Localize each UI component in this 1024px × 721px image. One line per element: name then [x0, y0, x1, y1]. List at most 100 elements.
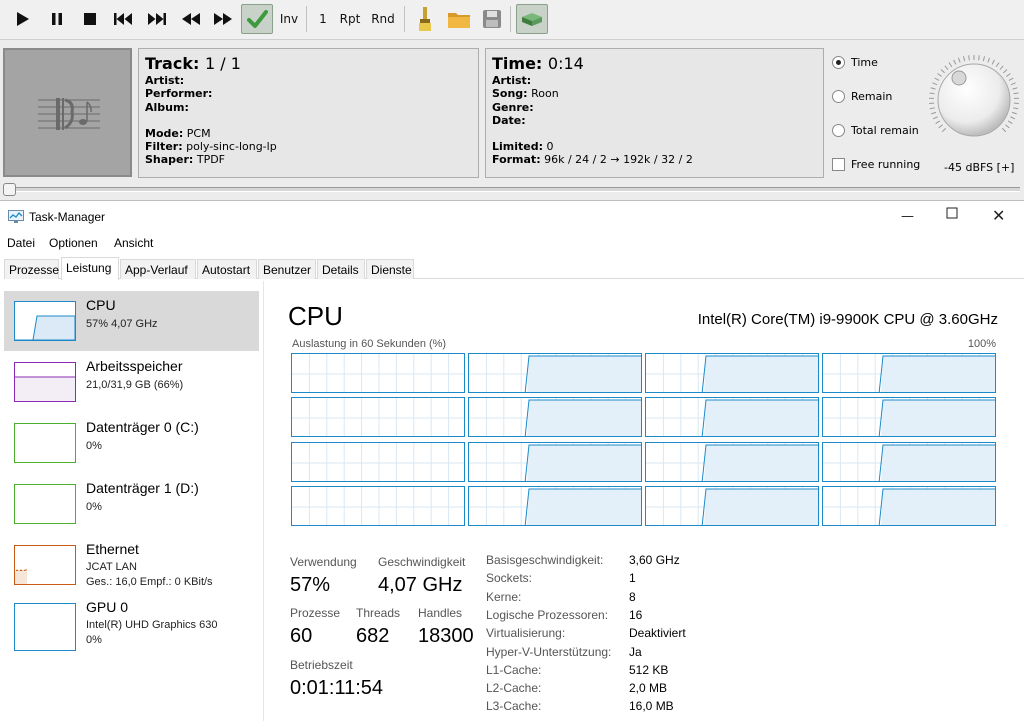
rewind-icon	[182, 13, 200, 25]
album-cover	[3, 48, 132, 177]
time-info-row-value: Roon	[531, 87, 559, 101]
tab-dienste[interactable]: Dienste	[366, 259, 414, 279]
menu-optionen[interactable]: Optionen	[49, 236, 98, 250]
seek-bar[interactable]	[4, 187, 1020, 192]
save-button[interactable]	[479, 4, 505, 34]
stat-handles-label: Handles	[418, 606, 463, 620]
player-window: Inv 1 Rpt Rnd Track: 1 / 1 Artist: Perfo…	[0, 0, 1024, 201]
volume-knob[interactable]	[928, 54, 1020, 146]
track-info-row: Artist:	[145, 74, 472, 87]
time-info-row: Date:	[492, 114, 817, 127]
time-info-row-label: Limited:	[492, 140, 544, 154]
track-info-row: Album:	[145, 101, 472, 114]
track-info-row: Performer:	[145, 87, 472, 100]
radio-total-remain[interactable]: Total remain	[832, 124, 919, 137]
radio-remain[interactable]: Remain	[832, 90, 892, 103]
random-button[interactable]: Rnd	[368, 4, 398, 34]
property-key: Virtualisierung:	[486, 626, 566, 641]
stat-betriebszeit: Betriebszeit 0:01:11:54	[290, 658, 383, 700]
property-value: 16	[629, 607, 643, 622]
sidebar-item-disk-c[interactable]: Datenträger 0 (C:) 0%	[4, 413, 259, 473]
checkbox-free-running[interactable]: Free running	[832, 158, 920, 171]
property-key: L1-Cache:	[486, 662, 542, 677]
stat-betriebszeit-label: Betriebszeit	[290, 658, 353, 672]
sidebar-cpu-sub: 57% 4,07 GHz	[86, 318, 158, 330]
cpu-detail-panel: CPU Intel(R) Core(TM) i9-9900K CPU @ 3.6…	[265, 281, 1024, 721]
checkbox-box	[832, 158, 845, 171]
sidebar-item-memory[interactable]: Arbeitsspeicher 21,0/31,9 GB (66%)	[4, 352, 259, 412]
tab-details[interactable]: Details	[317, 259, 365, 279]
radio-dot	[832, 90, 845, 103]
brush-icon	[419, 7, 431, 31]
toolbar-separator	[404, 6, 405, 32]
tab-app-verlauf[interactable]: App-Verlauf	[120, 259, 196, 279]
output-device-button[interactable]	[516, 4, 548, 34]
close-button[interactable]: ✕	[992, 206, 1005, 225]
invert-button[interactable]: Inv	[277, 4, 301, 34]
radio-time[interactable]: Time	[832, 56, 878, 69]
repeat-count-button[interactable]: 1	[314, 4, 332, 34]
graph-label: Auslastung in 60 Sekunden (%)	[292, 338, 447, 350]
repeat-button[interactable]: Rpt	[337, 4, 363, 34]
core-graph	[822, 441, 996, 482]
core-graph	[468, 441, 642, 482]
save-icon	[483, 10, 501, 28]
window-title: Task-Manager	[29, 210, 106, 224]
time-info-row: Genre:	[492, 101, 817, 114]
property-value: 2,0 MB	[629, 681, 668, 696]
stat-threads-value: 682	[356, 625, 390, 647]
minimize-button[interactable]: —	[901, 209, 914, 224]
tab-leistung[interactable]: Leistung	[61, 257, 119, 280]
sidebar-gpu-sub1: Intel(R) UHD Graphics 630	[86, 619, 218, 631]
property-value: 16,0 MB	[629, 699, 674, 714]
core-graph	[645, 397, 819, 438]
confirm-button[interactable]	[241, 4, 273, 34]
track-info-row: Shaper: TPDF	[145, 153, 472, 166]
core-graph	[291, 353, 465, 393]
sidebar-item-gpu[interactable]: GPU 0 Intel(R) UHD Graphics 630 0%	[4, 599, 259, 663]
menu-datei[interactable]: Datei	[7, 236, 35, 250]
stop-button[interactable]	[77, 4, 103, 34]
fast-forward-button[interactable]	[210, 4, 236, 34]
open-folder-button[interactable]	[445, 4, 473, 34]
sidebar-ethernet-sub1: JCAT LAN	[86, 561, 137, 573]
menu-ansicht[interactable]: Ansicht	[114, 236, 153, 250]
pause-button[interactable]	[44, 4, 70, 34]
time-info-row: Limited: 0	[492, 140, 817, 153]
stat-geschwindigkeit-label: Geschwindigkeit	[378, 555, 466, 569]
sidebar-item-cpu[interactable]: CPU 57% 4,07 GHz	[4, 291, 259, 351]
rewind-button[interactable]	[178, 4, 204, 34]
core-graph	[822, 397, 996, 438]
time-info-row: Format: 96k / 24 / 2 → 192k / 32 / 2	[492, 153, 817, 166]
track-info-row-label: Album:	[145, 100, 189, 114]
stat-geschwindigkeit-value: 4,07 GHz	[378, 574, 463, 596]
property-value: Deaktiviert	[629, 626, 686, 641]
time-info-panel: Time: 0:14 Artist: Song: Roon Genre: Date…	[485, 48, 824, 178]
radio-remain-label: Remain	[851, 90, 893, 103]
time-info-row-value: 96k / 24 / 2 → 192k / 32 / 2	[544, 153, 693, 167]
sidebar-item-ethernet[interactable]: Ethernet JCAT LAN Ges.: 16,0 Empf.: 0 KB…	[4, 535, 259, 595]
seek-handle[interactable]	[3, 183, 16, 196]
tab-prozesse[interactable]: Prozesse	[4, 259, 59, 279]
time-info-row: Artist:	[492, 74, 817, 87]
free-running-label: Free running	[851, 158, 921, 171]
device-icon	[522, 13, 542, 26]
gpu-thumbnail	[14, 603, 76, 651]
tab-benutzer[interactable]: Benutzer	[258, 259, 316, 279]
clear-button[interactable]	[412, 4, 438, 34]
pause-icon	[52, 13, 62, 25]
tab-autostart[interactable]: Autostart	[197, 259, 257, 279]
task-manager-window: Task-Manager — ✕ Datei Optionen Ansicht …	[0, 201, 1024, 721]
core-graph	[822, 353, 996, 393]
maximize-button[interactable]	[946, 207, 958, 223]
sidebar-item-disk-d[interactable]: Datenträger 1 (D:) 0%	[4, 474, 259, 534]
tab-bar: Prozesse Leistung App-Verlauf Autostart …	[4, 257, 1024, 280]
stat-prozesse-label: Prozesse	[290, 606, 341, 620]
previous-track-button[interactable]	[110, 4, 136, 34]
volume-readout[interactable]: -45 dBFS [+]	[944, 161, 1014, 174]
music-note-icon	[37, 97, 100, 130]
disk-c-thumbnail	[14, 423, 76, 463]
play-button[interactable]	[10, 4, 36, 34]
sidebar-disk-c-sub: 0%	[86, 440, 102, 452]
next-track-button[interactable]	[144, 4, 170, 34]
